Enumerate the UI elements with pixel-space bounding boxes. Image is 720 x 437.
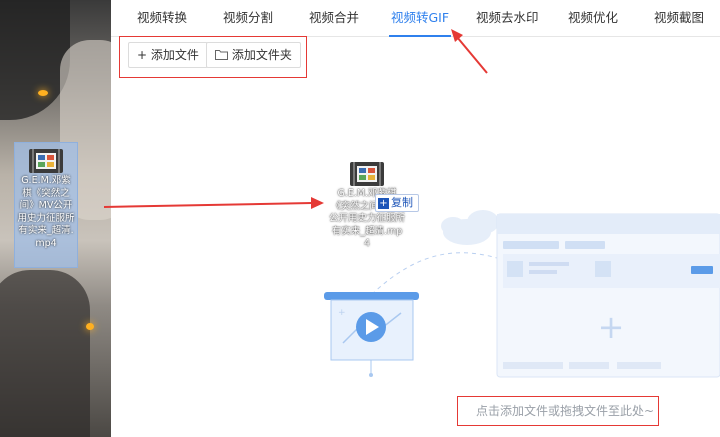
film-icon [29,149,63,173]
wallpaper-light-spot [86,323,94,330]
drop-hint-highlight-box[interactable]: 点击添加文件或拖拽文件至此处~ [457,396,659,426]
desktop-wallpaper-shape [0,270,90,437]
svg-text:+: + [338,308,346,318]
desktop-background: G.E.M.邓紫棋《突然之间》MV公开用史力征服所有实来_超清.mp4 [0,0,111,437]
cloud-icon [441,210,499,245]
copy-label: 复制 [391,196,413,209]
plus-icon: + [378,197,389,209]
drag-ghost-file: G.E.M.邓紫棋《突然之间》MV公开用史力征服所有实来_超清.mp4 [327,162,407,274]
video-board-icon: + [324,292,419,377]
plus-icon: + [598,308,625,346]
upload-illustration: + + [324,210,720,378]
app-window: 视频转换 视频分割 视频合并 视频转GIF 视频去水印 视频优化 视频截图 + … [111,0,720,437]
copy-badge: + 复制 [375,194,419,212]
desktop-video-file[interactable]: G.E.M.邓紫棋《突然之间》MV公开用史力征服所有实来_超清.mp4 [14,142,78,268]
wallpaper-light-spot [38,90,48,96]
film-icon [350,162,384,186]
window-mockup: + [496,213,720,378]
drop-hint-text: 点击添加文件或拖拽文件至此处~ [476,404,655,418]
desktop-file-name: G.E.M.邓紫棋《突然之间》MV公开用史力征服所有实来_超清.mp4 [17,175,75,249]
